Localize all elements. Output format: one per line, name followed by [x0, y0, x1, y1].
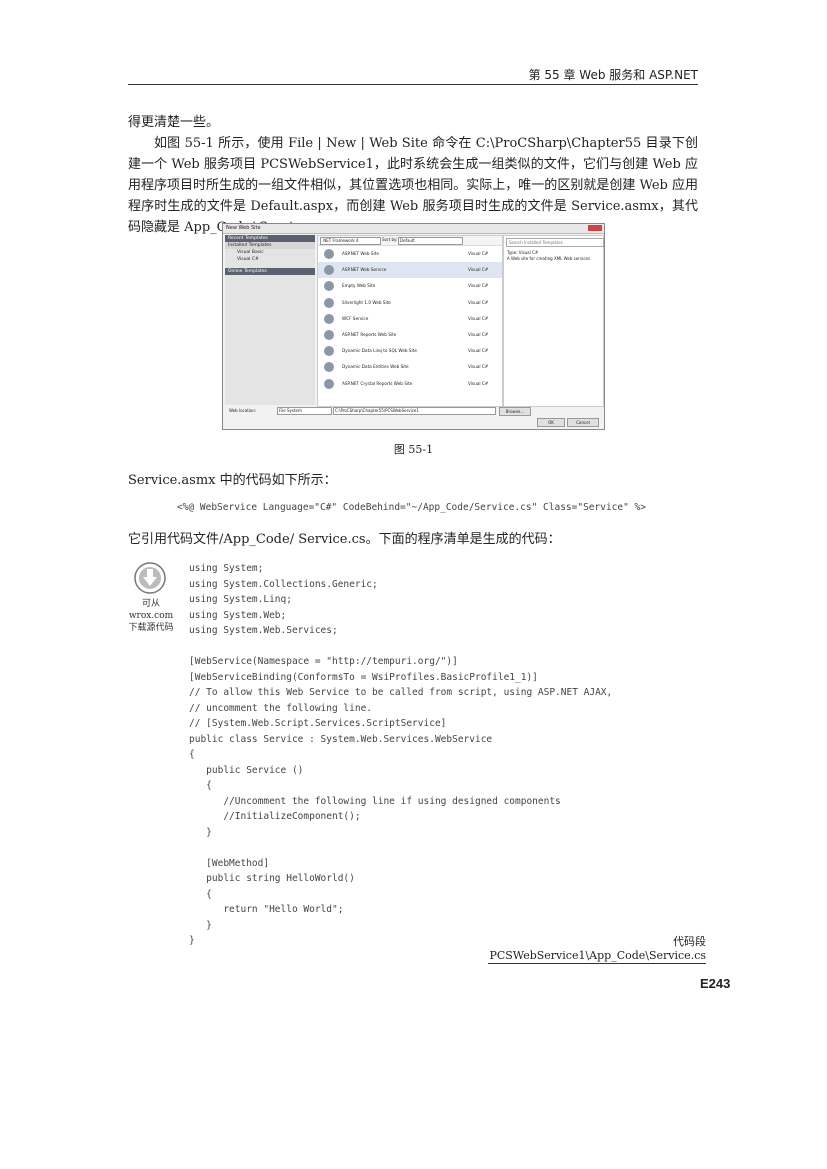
template-icon	[324, 265, 334, 276]
template-toolbar: .NET Framework 4 Sort by: Default	[318, 236, 502, 246]
template-icon	[324, 346, 334, 357]
new-web-site-dialog-figure: New Web Site Recent Templates Installed …	[222, 223, 605, 430]
code-line: using System.Web;	[189, 609, 287, 621]
template-item[interactable]: ASP.NET Reports Web Site Visual C#	[318, 327, 502, 343]
code-line: //InitializeComponent();	[189, 811, 361, 822]
template-item[interactable]: Silverlight 1.0 Web Site Visual C#	[318, 295, 502, 311]
paragraph-4: 它引用代码文件/App_Code/ Service.cs。下面的程序清单是生成的…	[128, 532, 561, 547]
code-line: public class Service : System.Web.Servic…	[189, 733, 493, 745]
code-line: using System;	[189, 563, 264, 574]
code-line: using System.Linq;	[189, 594, 292, 605]
category-visual-basic[interactable]: Visual Basic	[225, 249, 315, 256]
template-search-input[interactable]: Search Installed Templates	[506, 238, 604, 247]
asmx-directive-code: <%@ WebService Language="C#" CodeBehind=…	[177, 502, 646, 513]
paragraph-3: Service.asmx 中的代码如下所示：	[128, 473, 337, 488]
code-line: {	[189, 888, 212, 900]
code-line: [WebService(Namespace = "http://tempuri.…	[189, 656, 458, 667]
code-footnote: 代码段 PCSWebService1\App_Code\Service.cs	[488, 935, 706, 964]
template-list: .NET Framework 4 Sort by: Default ASP.NE…	[317, 235, 503, 407]
cancel-button[interactable]: Cancel	[567, 418, 599, 427]
code-line: using System.Collections.Generic;	[189, 578, 378, 590]
template-item[interactable]: ASP.NET Crystal Reports Web Site Visual C…	[318, 376, 502, 392]
template-icon	[324, 329, 334, 340]
code-line: {	[189, 749, 195, 760]
sortby-label: Sort by:	[382, 237, 398, 242]
code-line: {	[189, 780, 212, 791]
download-note: 可从 wrox.com 下载源代码	[128, 599, 174, 633]
code-line: [WebServiceBinding(ConformsTo = WsiProfi…	[189, 671, 538, 683]
code-line: [WebMethod]	[189, 857, 270, 869]
template-item[interactable]: Dynamic Data Entities Web Site Visual C#	[318, 359, 502, 375]
template-description: A Web site for creating XML Web services	[507, 256, 591, 261]
chapter-title: 第 55 章 Web 服务和 ASP.NET	[528, 68, 698, 82]
code-line: // To allow this Web Service to be calle…	[189, 687, 613, 698]
web-location-select[interactable]: File System	[277, 407, 332, 415]
code-line: }	[189, 919, 212, 931]
category-visual-csharp[interactable]: Visual C#	[225, 256, 315, 263]
service-cs-code: using System; using System.Collections.Ge…	[189, 561, 612, 949]
template-item-selected[interactable]: ASP.NET Web Service Visual C#	[318, 262, 502, 279]
template-details-panel: Search Installed Templates Type: Visual …	[503, 235, 604, 407]
template-item[interactable]: ASP.NET Web Site Visual C#	[318, 246, 502, 262]
web-location-label: Web location:	[229, 408, 257, 413]
code-line: //Uncomment the following line if using …	[189, 795, 561, 807]
page-number: E243	[700, 976, 731, 991]
code-line: return "Hello World";	[189, 904, 344, 915]
code-line: using System.Web.Services;	[189, 625, 338, 636]
template-icon	[324, 249, 334, 259]
figure-caption: 图 55-1	[393, 443, 434, 456]
framework-select[interactable]: .NET Framework 4	[320, 237, 381, 245]
close-icon[interactable]	[588, 225, 602, 231]
code-line: // uncomment the following line.	[189, 702, 373, 714]
online-templates[interactable]: Online Templates	[225, 268, 315, 275]
recent-templates[interactable]: Recent Templates	[225, 235, 315, 242]
ok-button[interactable]: OK	[537, 418, 565, 427]
sortby-select[interactable]: Default	[398, 237, 463, 245]
template-type: Type: Visual C#	[507, 250, 539, 255]
page-header: 第 55 章 Web 服务和 ASP.NET	[128, 62, 698, 85]
download-icon	[134, 562, 166, 594]
template-item[interactable]: WCF Service Visual C#	[318, 311, 502, 327]
template-icon	[324, 297, 334, 308]
code-line: public string HelloWorld()	[189, 873, 355, 884]
installed-templates[interactable]: Installed Templates	[225, 242, 315, 249]
template-categories-panel: Recent Templates Installed Templates Vis…	[225, 235, 315, 405]
code-line: }	[189, 826, 212, 838]
dialog-title: New Web Site	[223, 224, 604, 234]
code-line: public Service ()	[189, 764, 304, 776]
template-icon	[324, 378, 334, 389]
template-icon	[324, 281, 334, 292]
template-item[interactable]: Empty Web Site Visual C#	[318, 278, 502, 294]
code-line: // [System.Web.Script.Services.ScriptSer…	[189, 718, 447, 729]
template-icon	[324, 313, 334, 324]
dialog-footer: Web location: File System C:\ProCSharp\C…	[225, 407, 602, 427]
browse-button[interactable]: Browse...	[499, 407, 531, 416]
location-path-input[interactable]: C:\ProCSharp\Chapter55\PCSWebService1	[333, 407, 496, 415]
template-icon	[324, 362, 334, 373]
template-item[interactable]: Dynamic Data Linq to SQL Web Site Visual …	[318, 343, 502, 359]
paragraph-1: 得更清楚一些。	[128, 115, 220, 130]
